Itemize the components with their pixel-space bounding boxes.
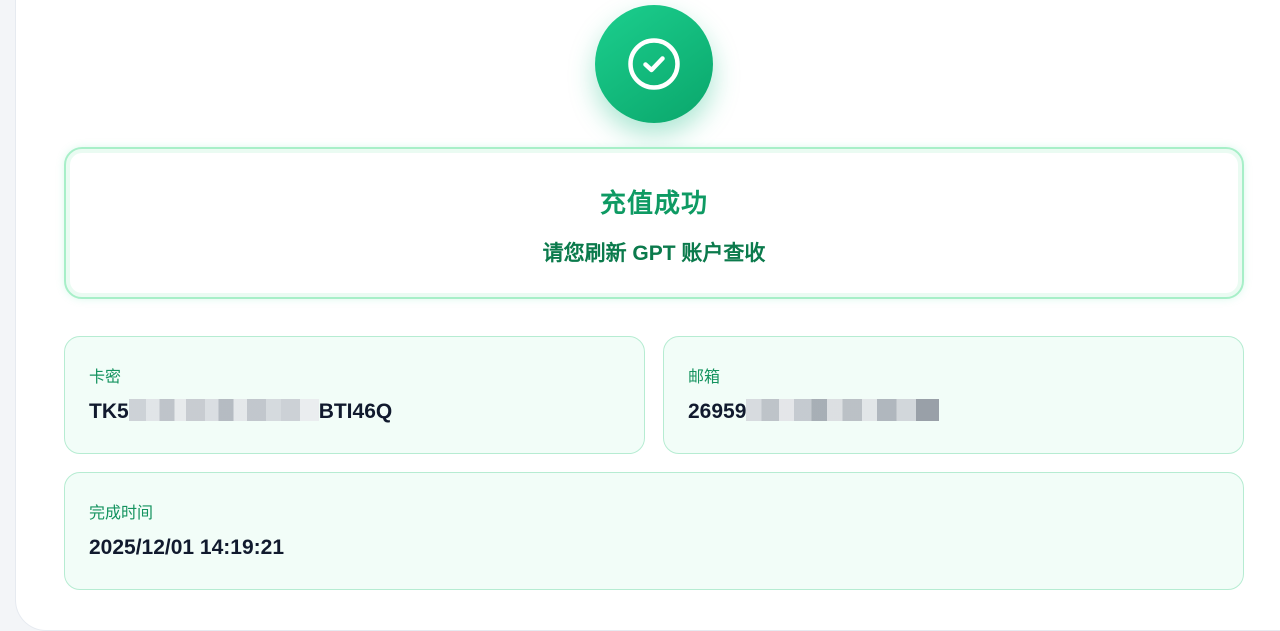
email-panel: 邮箱 26959 [663, 336, 1244, 454]
success-subtitle: 请您刷新 GPT 账户查收 [542, 242, 766, 265]
email-label: 邮箱 [688, 369, 721, 386]
card-key-value: TK5 BTI46Q [89, 399, 393, 424]
redacted-mask [746, 399, 940, 422]
redacted-mask [128, 399, 319, 422]
success-title: 充值成功 [599, 188, 708, 218]
completed-time-label: 完成时间 [89, 505, 154, 522]
card-key-panel: 卡密 TK5 BTI46Q [64, 336, 645, 454]
success-message-panel: 充值成功 请您刷新 GPT 账户查收 [64, 147, 1244, 299]
success-check-icon [595, 5, 713, 123]
completed-time-panel: 完成时间 2025/12/01 14:19:21 [64, 472, 1244, 590]
card-key-value-suffix: BTI46Q [318, 400, 393, 423]
card-key-value-prefix: TK5 [89, 400, 129, 423]
email-value-prefix: 26959 [688, 400, 747, 423]
completed-time-value: 2025/12/01 14:19:21 [89, 536, 284, 559]
card-key-label: 卡密 [89, 369, 122, 386]
email-value: 26959 [688, 399, 940, 424]
